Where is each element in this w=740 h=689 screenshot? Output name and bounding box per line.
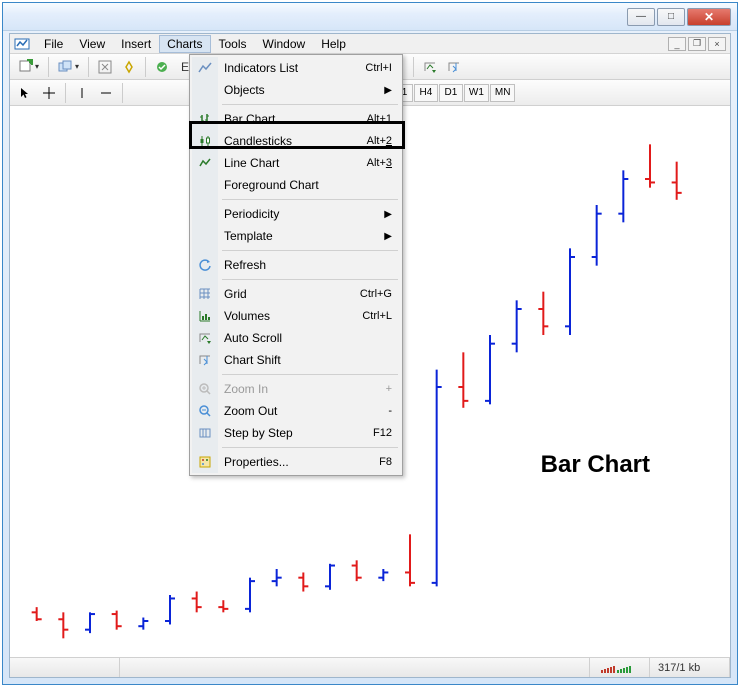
- step-icon: [197, 425, 213, 441]
- hline-button[interactable]: [95, 82, 117, 104]
- mdi-restore-button[interactable]: ❐: [688, 37, 706, 51]
- properties-icon: [197, 454, 213, 470]
- chart-annotation: Bar Chart: [541, 451, 650, 479]
- bar-chart-icon: [197, 111, 213, 127]
- market-watch-button[interactable]: [94, 56, 116, 78]
- app-window: — □ ✕ File View Insert Charts Tools Wind…: [2, 2, 738, 685]
- tf-h4[interactable]: H4: [414, 84, 438, 102]
- indicators-icon: [197, 60, 213, 76]
- menu-charts[interactable]: Charts: [159, 35, 210, 53]
- tf-mn[interactable]: MN: [490, 84, 516, 102]
- chart-shift-button[interactable]: [443, 56, 465, 78]
- menu-insert[interactable]: Insert: [113, 35, 159, 53]
- grid-icon: [197, 286, 213, 302]
- status-kb: 317/1 kb: [650, 658, 730, 677]
- menu-zoom-in: Zoom In+: [192, 378, 400, 400]
- menu-template[interactable]: Template▶: [192, 225, 400, 247]
- menubar: File View Insert Charts Tools Window Hel…: [10, 34, 730, 54]
- new-chart-button[interactable]: ▾: [14, 56, 43, 78]
- app-icon: [14, 36, 30, 52]
- navigator-button[interactable]: [118, 56, 140, 78]
- menu-zoom-out[interactable]: Zoom Out-: [192, 400, 400, 422]
- menu-foreground-chart[interactable]: Foreground Chart: [192, 174, 400, 196]
- profiles-button[interactable]: ▾: [54, 56, 83, 78]
- titlebar: — □ ✕: [3, 3, 737, 31]
- vline-button[interactable]: [71, 82, 93, 104]
- expert-advisors-toggle[interactable]: [151, 56, 173, 78]
- menu-refresh[interactable]: Refresh: [192, 254, 400, 276]
- tf-w1[interactable]: W1: [464, 84, 489, 102]
- volumes-icon: [197, 308, 213, 324]
- menu-line-chart[interactable]: Line ChartAlt+3: [192, 152, 400, 174]
- menu-candlesticks[interactable]: CandlesticksAlt+2: [192, 130, 400, 152]
- menu-chart-shift[interactable]: Chart Shift: [192, 349, 400, 371]
- menu-objects[interactable]: Objects▶: [192, 79, 400, 101]
- menu-tools[interactable]: Tools: [211, 35, 255, 53]
- autoscroll-icon: [197, 330, 213, 346]
- mdi-minimize-button[interactable]: _: [668, 37, 686, 51]
- client-area: File View Insert Charts Tools Window Hel…: [9, 33, 731, 678]
- window-maximize-button[interactable]: □: [657, 8, 685, 26]
- menu-bar-chart[interactable]: Bar ChartAlt+1: [192, 108, 400, 130]
- window-close-button[interactable]: ✕: [687, 8, 731, 26]
- menu-file[interactable]: File: [36, 35, 71, 53]
- menu-volumes[interactable]: VolumesCtrl+L: [192, 305, 400, 327]
- menu-grid[interactable]: GridCtrl+G: [192, 283, 400, 305]
- line-chart-icon: [197, 155, 213, 171]
- menu-periodicity[interactable]: Periodicity▶: [192, 203, 400, 225]
- auto-scroll-button[interactable]: [419, 56, 441, 78]
- tf-d1[interactable]: D1: [439, 84, 463, 102]
- menu-properties[interactable]: Properties...F8: [192, 451, 400, 473]
- charts-dropdown: Indicators ListCtrl+I Objects▶ Bar Chart…: [189, 54, 403, 476]
- chart-shift-icon: [197, 352, 213, 368]
- zoom-in-icon: [197, 381, 213, 397]
- menu-view[interactable]: View: [71, 35, 113, 53]
- menu-window[interactable]: Window: [255, 35, 314, 53]
- menu-help[interactable]: Help: [313, 35, 354, 53]
- zoom-out-icon: [197, 403, 213, 419]
- crosshair-button[interactable]: [38, 82, 60, 104]
- candles-icon: [197, 133, 213, 149]
- menu-step-by-step[interactable]: Step by StepF12: [192, 422, 400, 444]
- mdi-buttons: _ ❐ ×: [668, 37, 730, 51]
- menu-indicators-list[interactable]: Indicators ListCtrl+I: [192, 57, 400, 79]
- status-bar: 317/1 kb: [10, 657, 730, 677]
- mdi-close-button[interactable]: ×: [708, 37, 726, 51]
- menu-autoscroll[interactable]: Auto Scroll: [192, 327, 400, 349]
- window-minimize-button[interactable]: —: [627, 8, 655, 26]
- connection-icon: [590, 658, 650, 677]
- refresh-icon: [197, 257, 213, 273]
- cursor-button[interactable]: [14, 82, 36, 104]
